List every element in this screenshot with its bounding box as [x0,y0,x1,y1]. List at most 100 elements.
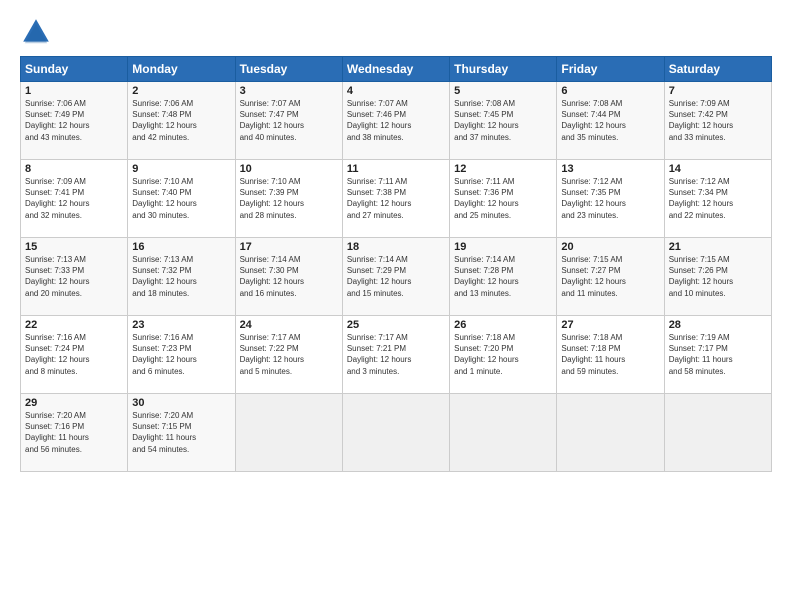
calendar-cell: 14Sunrise: 7:12 AM Sunset: 7:34 PM Dayli… [664,160,771,238]
day-info: Sunrise: 7:17 AM Sunset: 7:21 PM Dayligh… [347,332,445,377]
page: SundayMondayTuesdayWednesdayThursdayFrid… [0,0,792,612]
calendar-cell: 13Sunrise: 7:12 AM Sunset: 7:35 PM Dayli… [557,160,664,238]
day-number: 19 [454,241,552,253]
calendar-cell: 8Sunrise: 7:09 AM Sunset: 7:41 PM Daylig… [21,160,128,238]
day-number: 8 [25,163,123,175]
calendar-cell: 1Sunrise: 7:06 AM Sunset: 7:49 PM Daylig… [21,82,128,160]
day-info: Sunrise: 7:08 AM Sunset: 7:44 PM Dayligh… [561,98,659,143]
day-info: Sunrise: 7:16 AM Sunset: 7:24 PM Dayligh… [25,332,123,377]
calendar-header-row: SundayMondayTuesdayWednesdayThursdayFrid… [21,57,772,82]
day-info: Sunrise: 7:20 AM Sunset: 7:15 PM Dayligh… [132,410,230,455]
day-info: Sunrise: 7:06 AM Sunset: 7:48 PM Dayligh… [132,98,230,143]
day-info: Sunrise: 7:07 AM Sunset: 7:46 PM Dayligh… [347,98,445,143]
calendar-cell: 24Sunrise: 7:17 AM Sunset: 7:22 PM Dayli… [235,316,342,394]
calendar-cell: 18Sunrise: 7:14 AM Sunset: 7:29 PM Dayli… [342,238,449,316]
day-info: Sunrise: 7:11 AM Sunset: 7:38 PM Dayligh… [347,176,445,221]
day-info: Sunrise: 7:18 AM Sunset: 7:18 PM Dayligh… [561,332,659,377]
calendar-cell: 5Sunrise: 7:08 AM Sunset: 7:45 PM Daylig… [450,82,557,160]
calendar-cell [342,394,449,472]
calendar-cell: 7Sunrise: 7:09 AM Sunset: 7:42 PM Daylig… [664,82,771,160]
day-number: 3 [240,85,338,97]
calendar-cell [235,394,342,472]
day-info: Sunrise: 7:15 AM Sunset: 7:27 PM Dayligh… [561,254,659,299]
day-info: Sunrise: 7:07 AM Sunset: 7:47 PM Dayligh… [240,98,338,143]
day-info: Sunrise: 7:12 AM Sunset: 7:34 PM Dayligh… [669,176,767,221]
day-info: Sunrise: 7:14 AM Sunset: 7:30 PM Dayligh… [240,254,338,299]
day-info: Sunrise: 7:10 AM Sunset: 7:40 PM Dayligh… [132,176,230,221]
day-info: Sunrise: 7:14 AM Sunset: 7:28 PM Dayligh… [454,254,552,299]
day-number: 26 [454,319,552,331]
day-info: Sunrise: 7:08 AM Sunset: 7:45 PM Dayligh… [454,98,552,143]
day-info: Sunrise: 7:13 AM Sunset: 7:32 PM Dayligh… [132,254,230,299]
day-number: 5 [454,85,552,97]
day-info: Sunrise: 7:18 AM Sunset: 7:20 PM Dayligh… [454,332,552,377]
calendar-cell: 29Sunrise: 7:20 AM Sunset: 7:16 PM Dayli… [21,394,128,472]
day-number: 24 [240,319,338,331]
day-info: Sunrise: 7:11 AM Sunset: 7:36 PM Dayligh… [454,176,552,221]
calendar-cell: 17Sunrise: 7:14 AM Sunset: 7:30 PM Dayli… [235,238,342,316]
day-number: 10 [240,163,338,175]
calendar-cell: 6Sunrise: 7:08 AM Sunset: 7:44 PM Daylig… [557,82,664,160]
day-info: Sunrise: 7:14 AM Sunset: 7:29 PM Dayligh… [347,254,445,299]
calendar-cell: 11Sunrise: 7:11 AM Sunset: 7:38 PM Dayli… [342,160,449,238]
calendar-cell: 20Sunrise: 7:15 AM Sunset: 7:27 PM Dayli… [557,238,664,316]
calendar-header-wednesday: Wednesday [342,57,449,82]
day-number: 4 [347,85,445,97]
day-number: 11 [347,163,445,175]
day-number: 28 [669,319,767,331]
day-number: 25 [347,319,445,331]
calendar-cell [557,394,664,472]
calendar-cell: 28Sunrise: 7:19 AM Sunset: 7:17 PM Dayli… [664,316,771,394]
calendar-cell: 22Sunrise: 7:16 AM Sunset: 7:24 PM Dayli… [21,316,128,394]
day-info: Sunrise: 7:10 AM Sunset: 7:39 PM Dayligh… [240,176,338,221]
calendar-header-monday: Monday [128,57,235,82]
day-number: 12 [454,163,552,175]
day-info: Sunrise: 7:15 AM Sunset: 7:26 PM Dayligh… [669,254,767,299]
calendar-cell: 4Sunrise: 7:07 AM Sunset: 7:46 PM Daylig… [342,82,449,160]
day-number: 17 [240,241,338,253]
day-number: 20 [561,241,659,253]
calendar-cell [664,394,771,472]
calendar-week-2: 8Sunrise: 7:09 AM Sunset: 7:41 PM Daylig… [21,160,772,238]
calendar-cell: 12Sunrise: 7:11 AM Sunset: 7:36 PM Dayli… [450,160,557,238]
calendar-header-friday: Friday [557,57,664,82]
day-number: 18 [347,241,445,253]
day-number: 15 [25,241,123,253]
day-info: Sunrise: 7:20 AM Sunset: 7:16 PM Dayligh… [25,410,123,455]
calendar-cell: 30Sunrise: 7:20 AM Sunset: 7:15 PM Dayli… [128,394,235,472]
calendar-week-1: 1Sunrise: 7:06 AM Sunset: 7:49 PM Daylig… [21,82,772,160]
calendar-cell: 26Sunrise: 7:18 AM Sunset: 7:20 PM Dayli… [450,316,557,394]
day-number: 13 [561,163,659,175]
calendar-cell: 19Sunrise: 7:14 AM Sunset: 7:28 PM Dayli… [450,238,557,316]
calendar-cell: 2Sunrise: 7:06 AM Sunset: 7:48 PM Daylig… [128,82,235,160]
calendar-cell [450,394,557,472]
day-number: 16 [132,241,230,253]
day-number: 29 [25,397,123,409]
day-number: 27 [561,319,659,331]
day-info: Sunrise: 7:19 AM Sunset: 7:17 PM Dayligh… [669,332,767,377]
day-number: 23 [132,319,230,331]
day-info: Sunrise: 7:16 AM Sunset: 7:23 PM Dayligh… [132,332,230,377]
day-number: 30 [132,397,230,409]
calendar-cell: 25Sunrise: 7:17 AM Sunset: 7:21 PM Dayli… [342,316,449,394]
day-number: 21 [669,241,767,253]
day-number: 1 [25,85,123,97]
calendar-header-thursday: Thursday [450,57,557,82]
calendar-cell: 10Sunrise: 7:10 AM Sunset: 7:39 PM Dayli… [235,160,342,238]
calendar-cell: 21Sunrise: 7:15 AM Sunset: 7:26 PM Dayli… [664,238,771,316]
calendar-week-3: 15Sunrise: 7:13 AM Sunset: 7:33 PM Dayli… [21,238,772,316]
day-info: Sunrise: 7:09 AM Sunset: 7:41 PM Dayligh… [25,176,123,221]
logo-icon [20,16,52,48]
calendar: SundayMondayTuesdayWednesdayThursdayFrid… [20,56,772,472]
calendar-week-5: 29Sunrise: 7:20 AM Sunset: 7:16 PM Dayli… [21,394,772,472]
day-number: 9 [132,163,230,175]
day-info: Sunrise: 7:06 AM Sunset: 7:49 PM Dayligh… [25,98,123,143]
day-number: 7 [669,85,767,97]
day-info: Sunrise: 7:13 AM Sunset: 7:33 PM Dayligh… [25,254,123,299]
calendar-cell: 3Sunrise: 7:07 AM Sunset: 7:47 PM Daylig… [235,82,342,160]
calendar-cell: 15Sunrise: 7:13 AM Sunset: 7:33 PM Dayli… [21,238,128,316]
day-info: Sunrise: 7:17 AM Sunset: 7:22 PM Dayligh… [240,332,338,377]
day-info: Sunrise: 7:12 AM Sunset: 7:35 PM Dayligh… [561,176,659,221]
day-number: 6 [561,85,659,97]
logo [20,16,56,48]
